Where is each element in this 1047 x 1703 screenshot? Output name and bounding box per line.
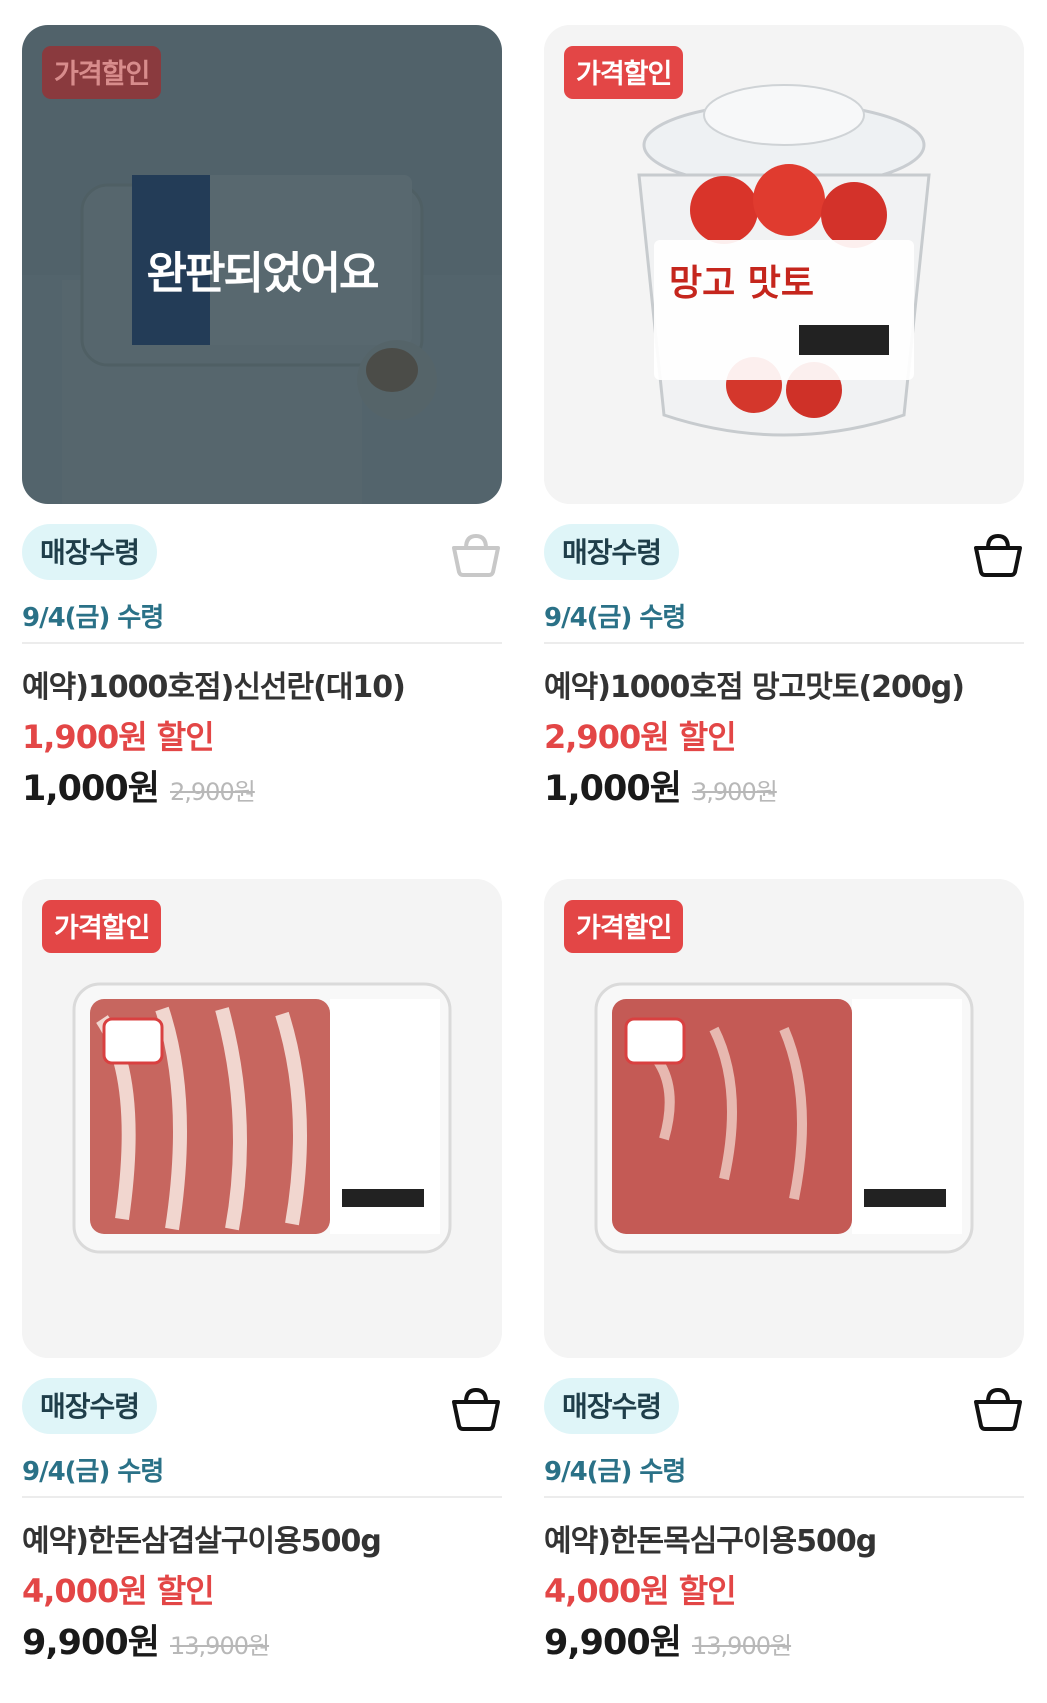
price-row: 1,000원 3,900원 xyxy=(544,760,778,811)
pickup-tag: 매장수령 xyxy=(544,524,680,580)
discount-badge: 가격할인 xyxy=(42,900,162,953)
divider xyxy=(544,642,1024,644)
product-meta: 매장수령 9/4(금) 수령 예약)1000호점)신선란(대10) 1,900원… xyxy=(22,504,502,809)
product-title[interactable]: 예약)한돈삼겹살구이용500g xyxy=(22,1516,502,1560)
discount-amount: 1,900원 할인 xyxy=(22,718,215,756)
price-row: 9,900원 13,900원 xyxy=(544,1614,792,1665)
pickup-date: 9/4(금) 수령 xyxy=(544,1457,686,1487)
product-meta: 매장수령 9/4(금) 수령 예약)한돈목심구이용500g 4,000원 할인 … xyxy=(544,1358,1024,1663)
product-image[interactable]: 완판되었어요 가격할인 xyxy=(22,25,502,504)
discount-badge: 가격할인 xyxy=(564,900,684,953)
add-to-cart-button[interactable] xyxy=(972,1382,1024,1434)
basket-icon xyxy=(974,533,1022,577)
pickup-date: 9/4(금) 수령 xyxy=(544,603,686,633)
original-price: 13,900원 xyxy=(692,1632,792,1660)
original-price: 2,900원 xyxy=(170,778,256,806)
product-card[interactable]: 완판되었어요 가격할인 매장수령 9/4(금) 수령 예약)1000호점)신선란… xyxy=(22,25,502,809)
discount-badge: 가격할인 xyxy=(42,46,162,99)
basket-icon xyxy=(974,1387,1022,1431)
sold-out-label: 완판되었어요 xyxy=(146,248,380,299)
sale-price: 9,900원 xyxy=(22,1623,160,1663)
product-card[interactable]: 망고 맛토 가격할인 매장수령 9/4(금) 수령 예약)1000호점 망고맛토… xyxy=(544,25,1024,809)
pickup-tag: 매장수령 xyxy=(544,1378,680,1434)
product-title[interactable]: 예약)1000호점)신선란(대10) xyxy=(22,662,502,706)
discount-badge: 가격할인 xyxy=(564,46,684,99)
pickup-date: 9/4(금) 수령 xyxy=(22,603,164,633)
product-grid: 완판되었어요 가격할인 매장수령 9/4(금) 수령 예약)1000호점)신선란… xyxy=(0,0,1047,1703)
add-to-cart-button[interactable] xyxy=(450,1382,502,1434)
product-title[interactable]: 예약)1000호점 망고맛토(200g) xyxy=(544,662,1024,706)
pickup-tag: 매장수령 xyxy=(22,524,158,580)
original-price: 13,900원 xyxy=(170,1632,270,1660)
divider xyxy=(544,1496,1024,1498)
price-row: 9,900원 13,900원 xyxy=(22,1614,270,1665)
pickup-date: 9/4(금) 수령 xyxy=(22,1457,164,1487)
discount-amount: 2,900원 할인 xyxy=(544,718,737,756)
discount-amount: 4,000원 할인 xyxy=(22,1572,215,1610)
product-card[interactable]: 가격할인 매장수령 9/4(금) 수령 예약)한돈목심구이용500g 4,000… xyxy=(544,879,1024,1663)
sale-price: 1,000원 xyxy=(22,769,160,809)
discount-amount: 4,000원 할인 xyxy=(544,1572,737,1610)
svg-text:망고 맛토: 망고 맛토 xyxy=(669,263,814,304)
product-meta: 매장수령 9/4(금) 수령 예약)1000호점 망고맛토(200g) 2,90… xyxy=(544,504,1024,809)
divider xyxy=(22,642,502,644)
original-price: 3,900원 xyxy=(692,778,778,806)
pickup-tag: 매장수령 xyxy=(22,1378,158,1434)
divider xyxy=(22,1496,502,1498)
product-image[interactable]: 가격할인 xyxy=(544,879,1024,1358)
product-image[interactable]: 가격할인 xyxy=(22,879,502,1358)
add-to-cart-button[interactable] xyxy=(972,528,1024,580)
basket-icon xyxy=(452,1387,500,1431)
product-image[interactable]: 망고 맛토 가격할인 xyxy=(544,25,1024,504)
add-to-cart-button[interactable] xyxy=(450,528,502,580)
basket-icon xyxy=(452,533,500,577)
product-card[interactable]: 가격할인 매장수령 9/4(금) 수령 예약)한돈삼겹살구이용500g 4,00… xyxy=(22,879,502,1663)
product-meta: 매장수령 9/4(금) 수령 예약)한돈삼겹살구이용500g 4,000원 할인… xyxy=(22,1358,502,1663)
sale-price: 9,900원 xyxy=(544,1623,682,1663)
sale-price: 1,000원 xyxy=(544,769,682,809)
price-row: 1,000원 2,900원 xyxy=(22,760,256,811)
product-title[interactable]: 예약)한돈목심구이용500g xyxy=(544,1516,1024,1560)
